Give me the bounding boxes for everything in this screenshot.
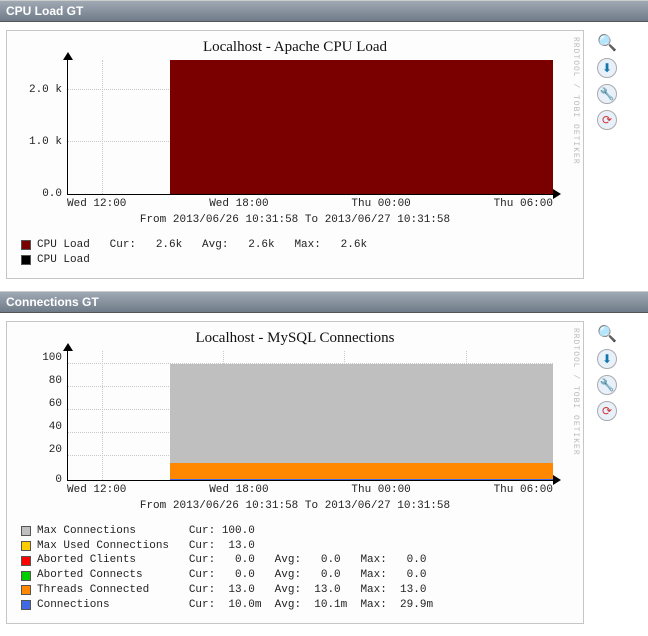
legend-text: Connections Cur: 10.0m Avg: 10.1m Max: 2… — [37, 598, 433, 613]
zoom-icon[interactable]: 🔍 — [598, 34, 616, 52]
chart-title-mysql: Localhost - MySQL Connections — [13, 330, 577, 347]
ytick: 100 — [16, 352, 62, 364]
swatch-icon — [21, 255, 31, 265]
legend-text: Aborted Connects Cur: 0.0 Avg: 0.0 Max: … — [37, 568, 426, 583]
plot-cpu: 0.0 1.0 k 2.0 k — [67, 60, 553, 195]
xtick: Thu 06:00 — [494, 484, 553, 496]
connections-line — [170, 479, 553, 480]
ytick: 0 — [16, 474, 62, 486]
xtick: Wed 18:00 — [209, 484, 268, 496]
legend-row: CPU Load — [21, 253, 577, 268]
legend-row: Aborted Connects Cur: 0.0 Avg: 0.0 Max: … — [21, 568, 577, 583]
axis-arrow-up-icon — [63, 343, 73, 351]
swatch-icon — [21, 556, 31, 566]
ytick: 80 — [16, 375, 62, 387]
export-csv-icon[interactable]: ⬇ — [597, 58, 617, 78]
rrdtool-watermark: RRDTOOL / TOBI OETIKER — [571, 37, 580, 165]
ytick: 40 — [16, 421, 62, 433]
legend-row: Max Used Connections Cur: 13.0 — [21, 539, 577, 554]
toolbar-cpu: 🔍 ⬇ 🔧 ⟳ — [584, 30, 622, 279]
panel-header-cpu: CPU Load GT — [0, 0, 648, 22]
refresh-icon[interactable]: ⟳ — [597, 110, 617, 130]
xtick: Wed 12:00 — [67, 484, 126, 496]
chart-cpu: RRDTOOL / TOBI OETIKER Localhost - Apach… — [6, 30, 584, 279]
export-csv-icon[interactable]: ⬇ — [597, 349, 617, 369]
swatch-icon — [21, 541, 31, 551]
swatch-icon — [21, 240, 31, 250]
xaxis-cpu: Wed 12:00 Wed 18:00 Thu 00:00 Thu 06:00 — [67, 195, 553, 210]
legend-text: Aborted Clients Cur: 0.0 Avg: 0.0 Max: 0… — [37, 553, 426, 568]
toolbar-mysql: 🔍 ⬇ 🔧 ⟳ — [584, 321, 622, 624]
zoom-icon[interactable]: 🔍 — [598, 325, 616, 343]
plot-mysql: 0 20 40 60 80 100 — [67, 351, 553, 481]
panel-header-mysql: Connections GT — [0, 291, 648, 313]
xtick: Thu 06:00 — [494, 198, 553, 210]
legend-text: CPU Load Cur: 2.6k Avg: 2.6k Max: 2.6k — [37, 238, 367, 253]
swatch-icon — [21, 526, 31, 536]
legend-text: Max Connections Cur: 100.0 — [37, 524, 255, 539]
legend-text: CPU Load — [37, 253, 90, 268]
swatch-icon — [21, 571, 31, 581]
legend-text: Max Used Connections Cur: 13.0 — [37, 539, 255, 554]
xaxis-mysql: Wed 12:00 Wed 18:00 Thu 00:00 Thu 06:00 — [67, 481, 553, 496]
chart-mysql: RRDTOOL / TOBI OETIKER Localhost - MySQL… — [6, 321, 584, 624]
ytick: 60 — [16, 398, 62, 410]
cpu-load-area — [170, 60, 553, 194]
rrdtool-watermark: RRDTOOL / TOBI OETIKER — [571, 328, 580, 456]
threads-area — [170, 463, 553, 479]
legend-mysql: Max Connections Cur: 100.0 Max Used Conn… — [21, 524, 577, 613]
legend-cpu: CPU Load Cur: 2.6k Avg: 2.6k Max: 2.6k C… — [21, 238, 577, 268]
edit-icon[interactable]: 🔧 — [597, 84, 617, 104]
legend-row: CPU Load Cur: 2.6k Avg: 2.6k Max: 2.6k — [21, 238, 577, 253]
legend-row: Aborted Clients Cur: 0.0 Avg: 0.0 Max: 0… — [21, 553, 577, 568]
timeframe-cpu: From 2013/06/26 10:31:58 To 2013/06/27 1… — [13, 214, 577, 226]
xtick: Thu 00:00 — [351, 484, 410, 496]
swatch-icon — [21, 600, 31, 610]
xtick: Thu 00:00 — [351, 198, 410, 210]
swatch-icon — [21, 585, 31, 595]
ytick: 1.0 k — [16, 136, 62, 148]
panel-body-cpu: RRDTOOL / TOBI OETIKER Localhost - Apach… — [0, 22, 648, 291]
timeframe-mysql: From 2013/06/26 10:31:58 To 2013/06/27 1… — [13, 500, 577, 512]
legend-row: Max Connections Cur: 100.0 — [21, 524, 577, 539]
ytick: 2.0 k — [16, 84, 62, 96]
chart-title-cpu: Localhost - Apache CPU Load — [13, 39, 577, 56]
axis-arrow-right-icon — [553, 475, 561, 485]
xtick: Wed 12:00 — [67, 198, 126, 210]
panel-body-mysql: RRDTOOL / TOBI OETIKER Localhost - MySQL… — [0, 313, 648, 636]
legend-row: Connections Cur: 10.0m Avg: 10.1m Max: 2… — [21, 598, 577, 613]
ytick: 20 — [16, 444, 62, 456]
axis-arrow-right-icon — [553, 189, 561, 199]
axis-arrow-up-icon — [63, 52, 73, 60]
edit-icon[interactable]: 🔧 — [597, 375, 617, 395]
xtick: Wed 18:00 — [209, 198, 268, 210]
refresh-icon[interactable]: ⟳ — [597, 401, 617, 421]
ytick: 0.0 — [16, 188, 62, 200]
